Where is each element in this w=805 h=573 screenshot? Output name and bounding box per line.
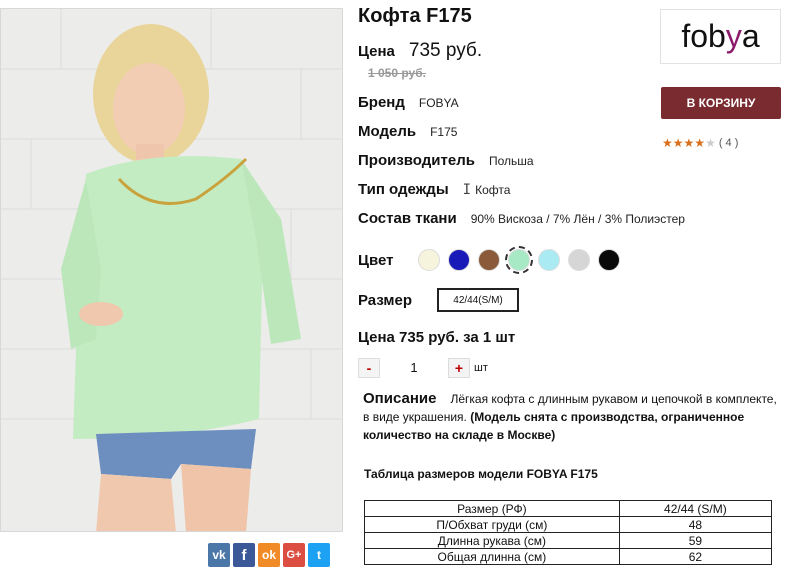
google-plus-icon[interactable]: G+	[283, 543, 305, 567]
color-swatch[interactable]	[478, 249, 500, 271]
product-image	[1, 9, 342, 531]
table-cell: 62	[618, 548, 773, 565]
product-photo[interactable]	[0, 8, 343, 532]
color-swatch[interactable]	[505, 246, 533, 274]
color-swatch[interactable]	[448, 249, 470, 271]
rating[interactable]: ★★★★★ ( 4 )	[662, 134, 738, 152]
logo-text-a: fob	[681, 18, 726, 54]
star-icon: ★	[705, 136, 716, 150]
color-swatch[interactable]	[568, 249, 590, 271]
table-cell: 42/44 (S/M)	[618, 500, 773, 517]
size-option[interactable]: 42/44(S/M)	[437, 288, 519, 312]
star-icon: ★	[662, 136, 673, 150]
table-row: Размер (РФ) 42/44 (S/M)	[364, 500, 773, 517]
quantity-decrease-button[interactable]: -	[358, 358, 380, 378]
table-row: Длинна рукава (см) 59	[364, 532, 773, 549]
text-cursor-icon: I	[462, 182, 472, 198]
rating-count: ( 4 )	[718, 137, 739, 149]
table-cell: 48	[618, 516, 773, 533]
table-row: П/Обхват груди (см) 48	[364, 516, 773, 533]
manufacturer-label: Производитель	[358, 152, 475, 169]
table-cell: Общая длинна (см)	[364, 548, 620, 565]
logo-text-c: a	[741, 18, 760, 54]
color-swatch[interactable]	[538, 249, 560, 271]
color-swatches	[418, 246, 620, 274]
price-label: Цена	[358, 43, 395, 60]
table-cell: П/Обхват груди (см)	[364, 516, 620, 533]
size-label: Размер	[358, 292, 413, 309]
model-label: Модель	[358, 123, 417, 140]
quantity-increase-button[interactable]: +	[448, 358, 470, 378]
clothing-type-value: Кофта	[475, 183, 511, 197]
size-table-title: Таблица размеров модели FOBYA F175	[364, 467, 598, 481]
product-title: Кофта F175	[358, 5, 472, 27]
rating-stars: ★★★★★	[662, 134, 716, 152]
size-table: Размер (РФ) 42/44 (S/M) П/Обхват груди (…	[364, 500, 773, 565]
total-price: Цена 735 руб. за 1 шт	[358, 329, 516, 346]
table-cell: 59	[618, 532, 773, 549]
vk-icon[interactable]: vk	[208, 543, 230, 567]
fabric-label: Состав ткани	[358, 210, 457, 227]
price-value: 735 руб.	[408, 40, 483, 61]
old-price: 1 050 руб.	[368, 66, 426, 80]
color-swatch[interactable]	[598, 249, 620, 271]
twitter-icon[interactable]: t	[308, 543, 330, 567]
table-cell: Длинна рукава (см)	[364, 532, 620, 549]
model-row: Модель F175	[358, 123, 457, 140]
star-icon: ★	[694, 136, 706, 150]
table-cell: Размер (РФ)	[364, 500, 620, 517]
size-row: Размер	[358, 292, 412, 309]
star-icon: ★	[683, 136, 695, 150]
share-buttons: vk f ok G+ t	[208, 543, 330, 567]
add-to-cart-button[interactable]: В КОРЗИНУ	[661, 87, 781, 119]
quantity-input[interactable]: 1	[400, 360, 428, 375]
clothing-type-row: Тип одежды I Кофта	[358, 181, 510, 198]
odnoklassniki-icon[interactable]: ok	[258, 543, 280, 567]
fabric-value: 90% Вискоза / 7% Лён / 3% Полиэстер	[470, 212, 685, 226]
facebook-icon[interactable]: f	[233, 543, 255, 567]
brand-label: Бренд	[358, 94, 405, 111]
color-swatch[interactable]	[418, 249, 440, 271]
quantity-unit: шт	[474, 362, 488, 374]
star-icon: ★	[672, 136, 684, 150]
brand-value: FOBYA	[418, 96, 459, 110]
brand-row: Бренд FOBYA	[358, 94, 459, 111]
model-value: F175	[430, 125, 458, 139]
clothing-type-label: Тип одежды	[358, 181, 449, 198]
color-row: Цвет	[358, 252, 393, 269]
logo-text-b: y	[725, 18, 742, 54]
manufacturer-row: Производитель Польша	[358, 152, 534, 169]
brand-logo[interactable]: fob y a	[660, 9, 781, 64]
price-row: Цена 735 руб.	[358, 40, 482, 62]
table-row: Общая длинна (см) 62	[364, 548, 773, 565]
description-label: Описание	[363, 390, 437, 407]
description: Описание Лёгкая кофта с длинным рукавом и…	[363, 390, 783, 444]
manufacturer-value: Польша	[488, 154, 534, 168]
color-label: Цвет	[358, 252, 394, 269]
fabric-row: Состав ткани 90% Вискоза / 7% Лён / 3% П…	[358, 210, 685, 227]
